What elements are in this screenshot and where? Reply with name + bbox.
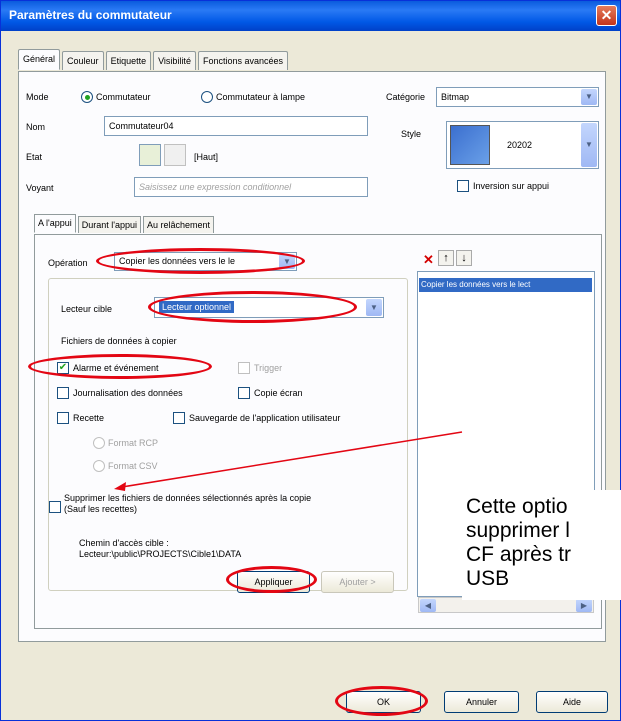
highlight-ellipse: [335, 686, 428, 716]
tab-general[interactable]: Général: [18, 49, 61, 70]
tab-a-l-appui[interactable]: A l'appui: [34, 214, 76, 233]
highlight-ellipse: [96, 248, 305, 274]
highlight-ellipse: [28, 354, 212, 379]
highlight-ellipse: [148, 291, 357, 323]
highlight-ellipse: [226, 566, 317, 593]
